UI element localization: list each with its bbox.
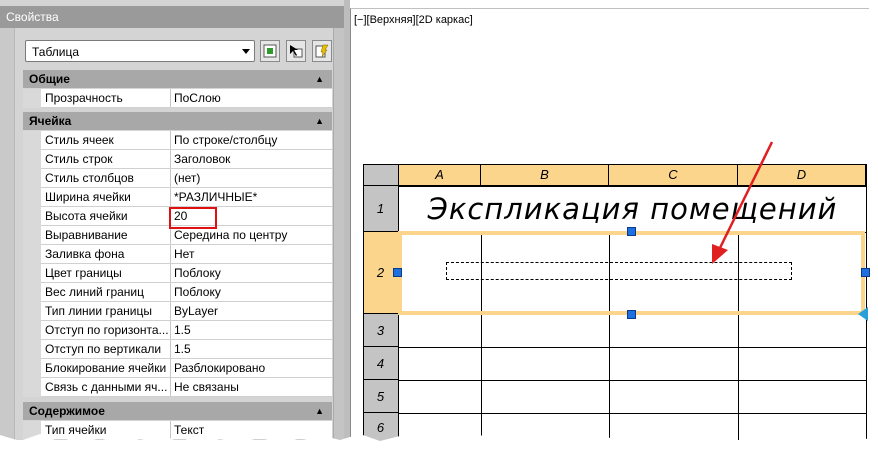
- table-break-grip-icon[interactable]: [858, 306, 870, 322]
- annotation-arrow-icon: [712, 141, 774, 264]
- grip-bottom[interactable]: [627, 310, 636, 319]
- torn-edge: [0, 434, 878, 457]
- grip-right[interactable]: [861, 268, 870, 277]
- table-title-cell[interactable]: Экспликация помещений: [399, 186, 866, 232]
- grip-left[interactable]: [393, 268, 402, 277]
- grip-top[interactable]: [627, 227, 636, 236]
